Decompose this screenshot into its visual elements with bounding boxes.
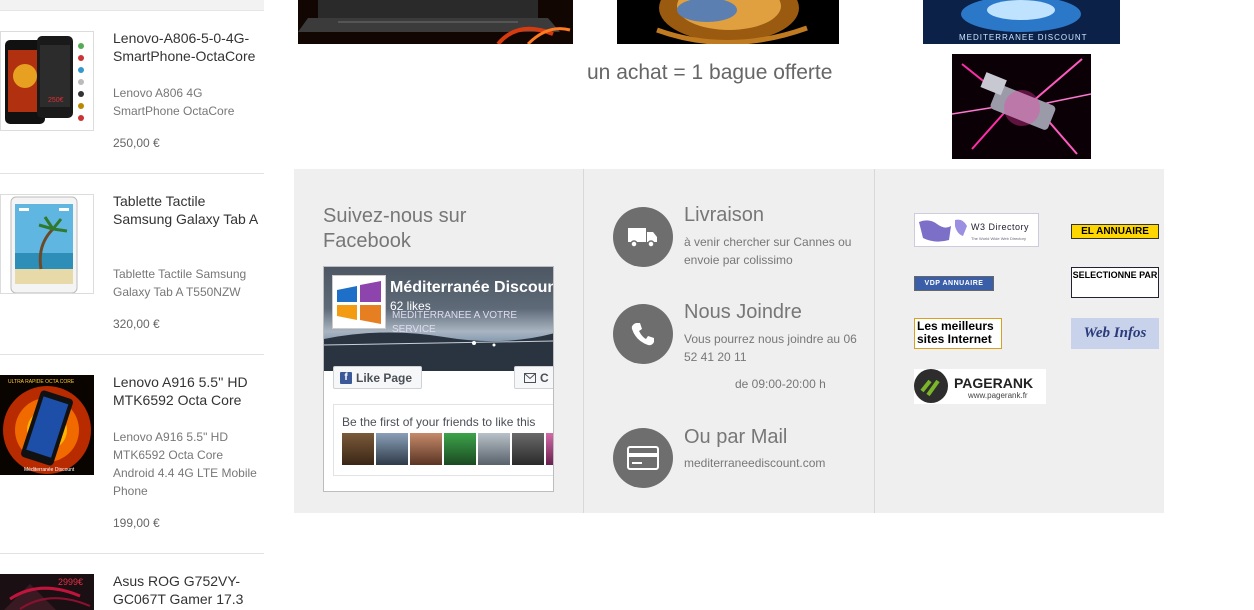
svg-text:PAGERANK: PAGERANK (954, 375, 1033, 391)
phone-title: Nous Joindre (684, 301, 802, 323)
friend-avatar[interactable] (342, 433, 374, 465)
phone-icon (631, 323, 654, 346)
el-annuaire-badge[interactable]: EL ANNUAIRE (1071, 224, 1159, 239)
phone-fire-image: ULTRA RAPIDE OCTA CORE Méditerranée Disc… (0, 375, 94, 475)
product-item[interactable]: 2999€ Asus ROG G752VY-GC067T Gamer 17.3 (0, 554, 264, 610)
product-description: Lenovo A806 4G SmartPhone OctaCore (113, 86, 235, 118)
column-divider (583, 169, 584, 513)
svg-text:MEDITERRANEE DISCOUNT: MEDITERRANEE DISCOUNT (959, 33, 1088, 42)
delivery-title: Livraison (684, 204, 765, 226)
svg-text:www.pagerank.fr: www.pagerank.fr (967, 391, 1028, 400)
mail-title: Ou par Mail (684, 426, 788, 448)
phone-icon-circle (613, 304, 673, 364)
w3-directory-badge[interactable]: W3 Directory The World Wide Web Director… (914, 213, 1039, 247)
facebook-page-name[interactable]: Méditerranée Discount (390, 279, 553, 297)
message-button-label: C (540, 370, 549, 385)
vdp-annuaire-badge[interactable]: VDP ANNUAIRE (914, 276, 994, 291)
friend-avatar[interactable] (410, 433, 442, 465)
product-price: 250,00 € (113, 136, 160, 150)
usb-key-image (952, 54, 1091, 159)
mail-icon-circle (613, 428, 673, 488)
friend-avatar[interactable] (546, 433, 553, 465)
promo-text: un achat = 1 bague offerte (587, 61, 833, 84)
product-thumbnail[interactable]: 2999€ (0, 574, 94, 610)
product-price: 199,00 € (113, 516, 160, 530)
product-title[interactable]: Asus ROG G752VY-GC067T Gamer 17.3 (113, 572, 264, 608)
facebook-f-icon: f (340, 371, 352, 384)
product-item[interactable]: 250€ Lenovo-A806-5-0-4G-SmartPhone-OctaC… (0, 11, 264, 174)
envelope-icon (524, 372, 536, 383)
svg-text:2999€: 2999€ (58, 577, 83, 587)
friend-avatar[interactable] (512, 433, 544, 465)
facebook-like-button[interactable]: f Like Page (333, 366, 422, 389)
pagerank-logo-icon: PAGERANK www.pagerank.fr (914, 369, 1033, 403)
svg-text:250€: 250€ (48, 97, 64, 104)
friend-avatar[interactable] (444, 433, 476, 465)
product-price: 320,00 € (113, 317, 160, 331)
delivery-text: à venir chercher sur Cannes ou envoie pa… (684, 235, 852, 267)
facebook-widget[interactable]: Méditerranée Discount 62 likes MEDITERRA… (323, 266, 554, 492)
brand-logo-image: MEDITERRANEE DISCOUNT (923, 0, 1120, 44)
world-map-icon: W3 Directory The World Wide Web Director… (919, 219, 1029, 242)
like-button-label: Like Page (356, 370, 413, 385)
svg-text:The World Wide Web Directory: The World Wide Web Directory (971, 236, 1026, 241)
selectionne-par-badge[interactable]: SELECTIONNE PAR (1071, 267, 1159, 298)
facebook-cover-tagline: MEDITERRANEE A VOTRE SERVICE (392, 310, 518, 335)
sidebar-top-strip (0, 0, 264, 11)
truck-icon (628, 228, 657, 248)
ring-banner[interactable] (617, 0, 839, 44)
facebook-friends-text: Be the first of your friends to like thi… (342, 415, 536, 429)
facebook-cover[interactable]: Méditerranée Discount 62 likes MEDITERRA… (324, 267, 553, 371)
footer: Suivez-nous sur Facebook Méditerranée Di… (294, 169, 1164, 513)
column-divider (874, 169, 875, 513)
product-title[interactable]: Tablette Tactile Samsung Galaxy Tab A (113, 192, 264, 228)
card-icon (627, 446, 659, 470)
facebook-faces-row (342, 433, 553, 465)
product-title[interactable]: Lenovo-A806-5-0-4G-SmartPhone-OctaCore (113, 29, 264, 65)
svg-text:ULTRA RAPIDE OCTA CORE: ULTRA RAPIDE OCTA CORE (8, 379, 75, 385)
gaming-laptop-image: 2999€ (0, 574, 94, 610)
tablet-image (10, 196, 78, 293)
brand-windows-logo-icon (337, 281, 381, 324)
product-description: Lenovo A916 5.5" HD MTK6592 Octa Core An… (113, 430, 257, 498)
product-title[interactable]: Lenovo A916 5.5'' HD MTK6592 Octa Core (113, 373, 264, 409)
usb-banner[interactable] (952, 54, 1091, 159)
brand-banner[interactable]: MEDITERRANEE DISCOUNT (923, 0, 1120, 44)
product-item[interactable]: Tablette Tactile Samsung Galaxy Tab A Ta… (0, 174, 264, 355)
laptop-banner[interactable] (298, 0, 573, 44)
delivery-icon-circle (613, 207, 673, 267)
product-description: Tablette Tactile Samsung Galaxy Tab A T5… (113, 267, 247, 299)
facebook-friends-box: Be the first of your friends to like thi… (333, 404, 553, 476)
laptop-fire-image (298, 0, 573, 44)
friend-avatar[interactable] (376, 433, 408, 465)
svg-text:Méditerranée Discount: Méditerranée Discount (24, 467, 75, 473)
pagerank-badge[interactable]: PAGERANK www.pagerank.fr (914, 369, 1046, 404)
product-thumbnail[interactable] (0, 194, 94, 294)
product-thumbnail[interactable]: 250€ (0, 31, 94, 131)
product-sidebar: 250€ Lenovo-A806-5-0-4G-SmartPhone-OctaC… (0, 0, 264, 610)
mail-text[interactable]: mediterraneediscount.com (684, 454, 869, 472)
facebook-page-logo[interactable] (332, 275, 386, 329)
meilleurs-sites-badge[interactable]: Les meilleurs sites Internet (914, 318, 1002, 349)
ring-image (617, 0, 839, 44)
product-item[interactable]: ULTRA RAPIDE OCTA CORE Méditerranée Disc… (0, 355, 264, 554)
phone-text: Vous pourrez nous joindre au 06 52 41 20… (684, 332, 857, 364)
smartphone-image: 250€ (5, 36, 84, 124)
facebook-heading: Suivez-nous sur Facebook (323, 205, 467, 252)
svg-text:W3 Directory: W3 Directory (971, 222, 1029, 232)
facebook-message-button[interactable]: C (514, 366, 553, 389)
opening-hours: de 09:00-20:00 h (735, 377, 826, 391)
friend-avatar[interactable] (478, 433, 510, 465)
web-infos-badge[interactable]: Web Infos (1071, 318, 1159, 349)
product-thumbnail[interactable]: ULTRA RAPIDE OCTA CORE Méditerranée Disc… (0, 375, 94, 475)
